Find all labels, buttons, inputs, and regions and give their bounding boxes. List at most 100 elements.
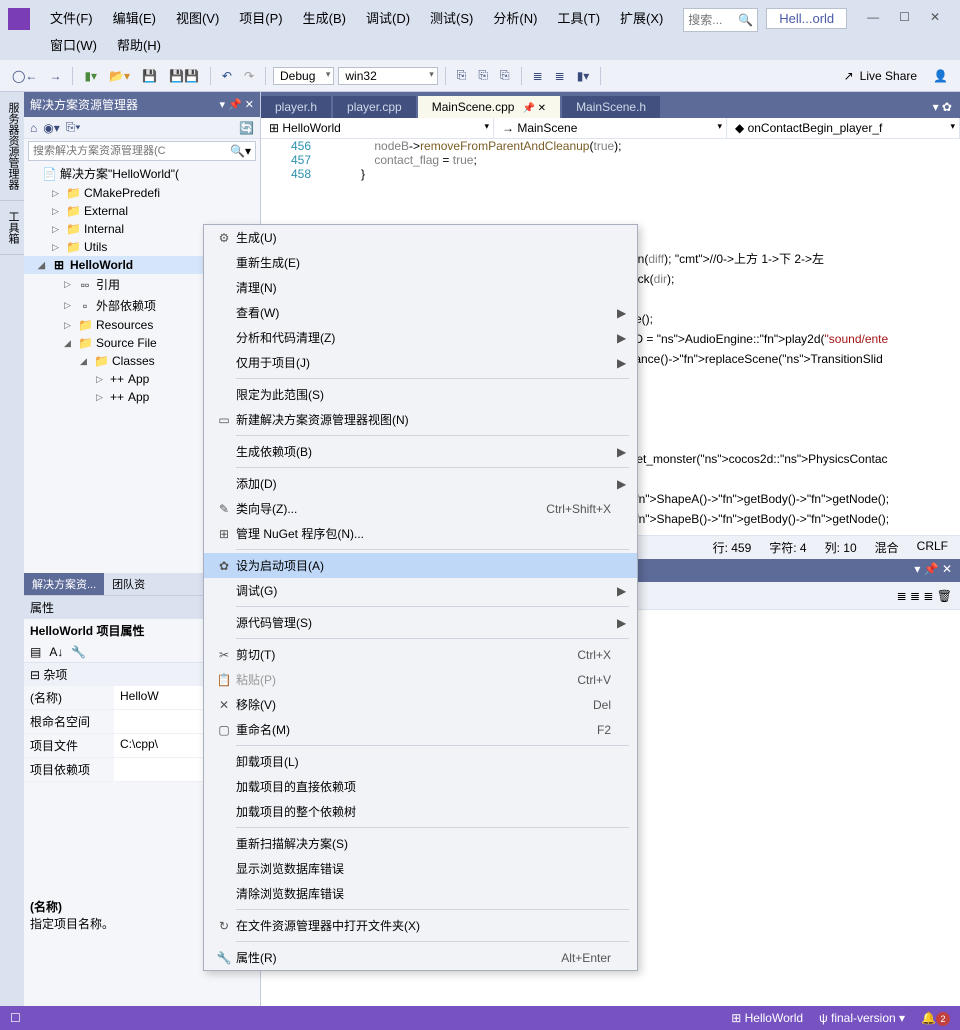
context-menu-item[interactable]: 加载项目的整个依赖树 [204, 799, 637, 824]
context-menu-item[interactable]: 仅用于项目(J)▶ [204, 350, 637, 375]
solution-search-input[interactable] [33, 145, 230, 157]
folder-node[interactable]: ▷📁External [24, 202, 260, 220]
config-combo[interactable]: Debug [273, 67, 334, 85]
status-project[interactable]: ⊞ HelloWorld [731, 1011, 803, 1025]
sort-icon[interactable]: A↓ [49, 645, 63, 659]
status-ready: ☐ [10, 1011, 21, 1025]
menu-item[interactable]: 窗口(W) [40, 31, 107, 58]
context-menu-item[interactable]: 📋粘贴(P)Ctrl+V [204, 667, 637, 692]
status-crlf: CRLF [917, 539, 948, 556]
nav-back-button[interactable]: ◯← [8, 67, 41, 85]
solution-search[interactable]: 🔍▾ [28, 141, 256, 161]
tab-solution[interactable]: 解决方案资... [24, 573, 104, 595]
tb-i1[interactable]: ◉▾ [43, 121, 60, 135]
account-icon[interactable]: 👤 [929, 67, 952, 85]
context-menu-item[interactable]: 显示浏览数据库错误 [204, 856, 637, 881]
close-button[interactable]: ✕ [930, 10, 940, 24]
output-tb-btns[interactable]: ≣ ≣ ≣ 🗑 [897, 589, 952, 603]
menu-item[interactable]: 帮助(H) [107, 31, 171, 58]
statusbar: ☐ ⊞ HelloWorld ψ final-version ▾ 🔔2 [0, 1006, 960, 1030]
save-all-button[interactable]: 💾💾 [165, 67, 203, 85]
context-menu-item[interactable]: 重新扫描解决方案(S) [204, 831, 637, 856]
menu-item[interactable]: 项目(P) [229, 4, 292, 31]
context-menu-item[interactable]: ✂剪切(T)Ctrl+X [204, 642, 637, 667]
menu-item[interactable]: 视图(V) [166, 4, 229, 31]
folder-node[interactable]: ▷📁CMakePredefi [24, 184, 260, 202]
solution-root[interactable]: 📄解决方案"HelloWorld"( [24, 163, 260, 184]
open-button[interactable]: 📂▾ [105, 67, 134, 85]
notification-button[interactable]: 🔔2 [921, 1011, 950, 1026]
platform-combo[interactable]: win32 [338, 67, 437, 85]
minimize-button[interactable]: — [867, 10, 879, 24]
context-menu-item[interactable]: ✿设为启动项目(A) [204, 553, 637, 578]
sidebar-tab[interactable]: 工具箱 [0, 201, 24, 255]
context-menu-item[interactable]: 添加(D)▶ [204, 471, 637, 496]
panel-options-button[interactable]: ▾ 📌 ✕ [219, 98, 254, 111]
status-branch[interactable]: ψ final-version ▾ [819, 1011, 905, 1025]
cat-icon[interactable]: ▤ [30, 645, 41, 659]
search-icon[interactable]: 🔍 [738, 13, 753, 27]
menu-bar: 文件(F)编辑(E)视图(V)项目(P)生成(B)调试(D)测试(S)分析(N)… [40, 4, 683, 58]
menu-item[interactable]: 生成(B) [293, 4, 356, 31]
document-tab[interactable]: MainScene.cpp📌 ✕ [418, 96, 560, 118]
context-menu-item[interactable]: 限定为此范围(S) [204, 382, 637, 407]
context-menu-item[interactable]: 查看(W)▶ [204, 300, 637, 325]
sidebar-tab[interactable]: 服务器资源管理器 [0, 92, 24, 201]
context-menu-item[interactable]: 源代码管理(S)▶ [204, 610, 637, 635]
search-input[interactable] [688, 13, 738, 27]
context-menu-item[interactable]: 🔧属性(R)Alt+Enter [204, 945, 637, 970]
context-menu-item[interactable]: ↻在文件资源管理器中打开文件夹(X) [204, 913, 637, 938]
document-tab[interactable]: player.cpp [333, 96, 416, 118]
context-menu-item[interactable]: ▭新建解决方案资源管理器视图(N) [204, 407, 637, 432]
context-menu-item[interactable]: 清理(N) [204, 275, 637, 300]
save-button[interactable]: 💾 [138, 67, 161, 85]
menu-item[interactable]: 编辑(E) [103, 4, 166, 31]
context-menu: ⚙生成(U)重新生成(E)清理(N)查看(W)▶分析和代码清理(Z)▶仅用于项目… [203, 224, 638, 971]
search-icon[interactable]: 🔍▾ [230, 144, 251, 158]
menu-item[interactable]: 文件(F) [40, 4, 103, 31]
tb-d[interactable]: ≣ [529, 67, 547, 85]
search-box[interactable]: 🔍 [683, 8, 758, 32]
context-menu-item[interactable]: ✕移除(V)Del [204, 692, 637, 717]
nav-class[interactable]: → MainScene [494, 118, 727, 138]
nav-project[interactable]: ⊞ HelloWorld [261, 118, 494, 138]
tb-b[interactable]: ⎘ [474, 66, 492, 85]
maximize-button[interactable]: ☐ [899, 10, 910, 24]
menu-item[interactable]: 工具(T) [547, 4, 610, 31]
context-menu-item[interactable]: 清除浏览数据库错误 [204, 881, 637, 906]
context-menu-item[interactable]: 调试(G)▶ [204, 578, 637, 603]
undo-button[interactable]: ↶ [218, 67, 236, 85]
context-menu-item[interactable]: 重新生成(E) [204, 250, 637, 275]
sync-icon[interactable]: 🔄 [239, 121, 254, 135]
tb-f[interactable]: ▮▾ [573, 67, 594, 85]
menu-item[interactable]: 调试(D) [356, 4, 420, 31]
context-menu-item[interactable]: 分析和代码清理(Z)▶ [204, 325, 637, 350]
tab-overflow-icon[interactable]: ▾ ✿ [925, 96, 960, 118]
nav-method[interactable]: ◆ onContactBegin_player_f [727, 118, 960, 138]
context-menu-item[interactable]: ▢重命名(M)F2 [204, 717, 637, 742]
menu-item[interactable]: 分析(N) [483, 4, 547, 31]
redo-button[interactable]: ↷ [240, 67, 258, 85]
titlebar: 文件(F)编辑(E)视图(V)项目(P)生成(B)调试(D)测试(S)分析(N)… [0, 0, 960, 60]
context-menu-item[interactable]: ✎类向导(Z)...Ctrl+Shift+X [204, 496, 637, 521]
new-button[interactable]: ▮▾ [80, 67, 101, 85]
wrench-icon[interactable]: 🔧 [71, 645, 86, 659]
vs-logo-icon [8, 8, 30, 30]
context-menu-item[interactable]: ⊞管理 NuGet 程序包(N)... [204, 521, 637, 546]
tb-a[interactable]: ⎘ [453, 66, 471, 85]
context-menu-item[interactable]: ⚙生成(U) [204, 225, 637, 250]
document-tab[interactable]: MainScene.h [562, 96, 660, 118]
tb-c[interactable]: ⎘ [496, 66, 514, 85]
liveshare-button[interactable]: ↗ Live Share [836, 67, 925, 85]
context-menu-item[interactable]: 加载项目的直接依赖项 [204, 774, 637, 799]
home-icon[interactable]: ⌂ [30, 121, 37, 135]
nav-fwd-button[interactable]: → [45, 67, 65, 85]
menu-item[interactable]: 扩展(X) [610, 4, 673, 31]
context-menu-item[interactable]: 生成依赖项(B)▶ [204, 439, 637, 464]
context-menu-item[interactable]: 卸载项目(L) [204, 749, 637, 774]
document-tab[interactable]: player.h [261, 96, 331, 118]
menu-item[interactable]: 测试(S) [420, 4, 483, 31]
tb-e[interactable]: ≣ [551, 67, 569, 85]
tab-team[interactable]: 团队资 [104, 573, 153, 595]
tb-i2[interactable]: ⎘▾ [66, 120, 81, 135]
